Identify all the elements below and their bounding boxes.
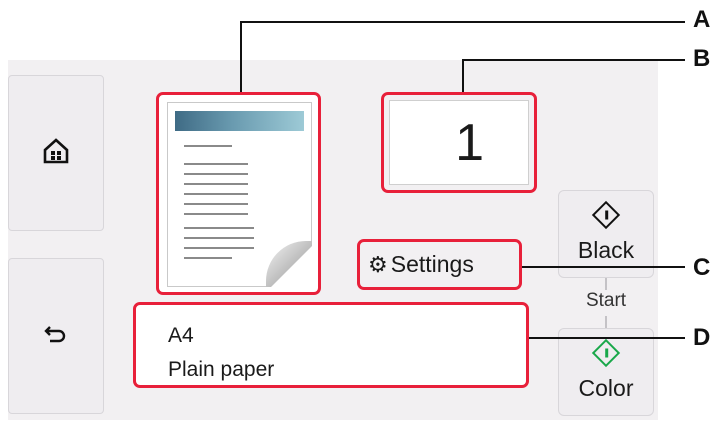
copies-field[interactable]: 1: [381, 92, 537, 193]
color-start-button[interactable]: Color: [558, 328, 654, 416]
page-curl: [266, 241, 312, 287]
callout-line-b: [462, 59, 685, 61]
paper-size: A4: [168, 324, 194, 347]
gear-icon: ⚙: [368, 251, 388, 277]
doc-line: [184, 163, 248, 165]
callout-line-b: [462, 59, 464, 92]
start-label: Start: [585, 290, 627, 311]
doc-line: [184, 237, 254, 239]
doc-line: [184, 213, 248, 215]
doc-line: [184, 193, 248, 195]
settings-button[interactable]: ⚙ Settings: [357, 239, 522, 290]
back-icon: [44, 324, 68, 349]
doc-line: [184, 227, 254, 229]
document-header-band: [175, 111, 304, 131]
callout-line-c: [522, 266, 685, 268]
start-black-icon: [591, 200, 621, 229]
doc-line: [184, 183, 248, 185]
doc-line: [184, 173, 248, 175]
doc-line: [184, 203, 248, 205]
callout-b: B: [693, 45, 711, 72]
black-label: Black: [577, 236, 635, 263]
doc-line: [184, 145, 232, 147]
start-divider: [605, 278, 607, 290]
callout-line-d: [529, 337, 685, 339]
paper-type: Plain paper: [168, 358, 275, 381]
callout-line-a: [240, 21, 242, 92]
start-color-icon: [591, 338, 621, 367]
callout-line-a: [240, 21, 685, 23]
copies-value: 1: [389, 100, 529, 185]
callout-d: D: [693, 324, 711, 351]
doc-line: [184, 257, 232, 259]
color-label: Color: [578, 374, 634, 401]
back-button[interactable]: [8, 258, 104, 414]
document-page: [167, 102, 312, 287]
black-start-button[interactable]: Black: [558, 190, 654, 278]
start-divider: [605, 316, 607, 328]
callout-c: C: [693, 254, 711, 281]
home-icon: [43, 137, 69, 169]
home-button[interactable]: [8, 75, 104, 231]
doc-line: [184, 247, 254, 249]
callout-a: A: [693, 6, 711, 33]
document-preview[interactable]: [156, 92, 321, 295]
paper-settings[interactable]: A4 Plain paper: [133, 302, 529, 388]
settings-label: Settings: [390, 251, 474, 277]
